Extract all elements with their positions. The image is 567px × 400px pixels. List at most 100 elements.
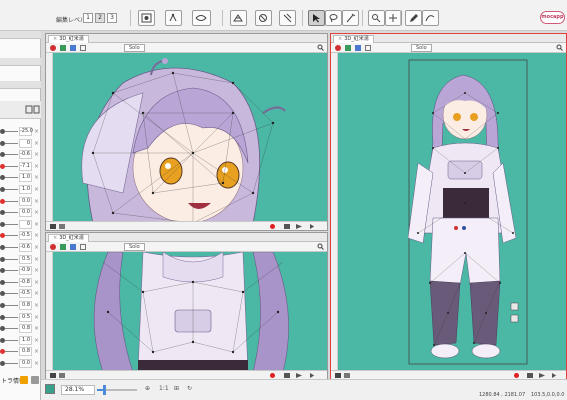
record-icon[interactable] — [335, 45, 341, 51]
reset-icon[interactable]: × — [34, 348, 39, 355]
record-icon[interactable] — [50, 45, 56, 51]
parameter-slider[interactable] — [5, 177, 18, 179]
fit-icon[interactable]: ⊞ — [174, 385, 179, 392]
reset-icon[interactable]: × — [34, 290, 39, 297]
close-icon[interactable]: × — [53, 235, 57, 241]
parameter-slider[interactable] — [5, 316, 18, 318]
play-icon[interactable] — [539, 373, 545, 378]
layer-view-icon[interactable] — [70, 45, 76, 51]
edit-level-2-button[interactable]: 2 — [95, 13, 105, 23]
canvas-stage[interactable] — [338, 53, 566, 370]
close-icon[interactable]: × — [338, 36, 342, 42]
parameter-slider[interactable] — [5, 351, 18, 353]
reset-icon[interactable]: × — [34, 256, 39, 263]
zoom-in-icon[interactable]: ⊕ — [145, 385, 150, 392]
parameter-value[interactable]: -0.8 — [19, 277, 32, 287]
copy-icon[interactable] — [344, 373, 350, 378]
canvas-stage[interactable] — [53, 53, 327, 221]
solo-button[interactable]: Solo — [124, 243, 145, 251]
copy-icon[interactable] — [59, 224, 65, 229]
record-icon[interactable] — [50, 244, 56, 250]
pin-tool-icon[interactable] — [368, 10, 385, 26]
parameter-row[interactable]: -7.1 × — [0, 161, 41, 172]
parameter-value[interactable]: 0.0 — [19, 196, 32, 206]
canvas-stage[interactable] — [53, 252, 327, 370]
view-bottom-left[interactable]: × 3D_紅米湯 Solo — [45, 232, 328, 380]
curve-tool-icon[interactable] — [422, 10, 439, 26]
brush-tool-icon[interactable] — [342, 10, 359, 26]
parameter-value[interactable]: 1.0 — [19, 185, 32, 194]
parameter-row[interactable]: -0.5 × — [0, 288, 41, 299]
parameter-slider[interactable] — [5, 270, 18, 272]
parameter-row[interactable]: 0.0 × — [0, 196, 41, 207]
parameter-slider[interactable] — [5, 142, 18, 144]
parameter-value[interactable]: -0.6 — [19, 243, 32, 252]
reset-icon[interactable]: × — [34, 267, 39, 274]
camera-icon[interactable] — [50, 373, 56, 378]
reset-icon[interactable]: × — [34, 209, 39, 216]
copy-icon[interactable] — [59, 373, 65, 378]
parameter-row[interactable]: 0.8 × — [0, 300, 41, 311]
parameter-row[interactable]: 0.5 × — [0, 312, 41, 323]
glue-icon[interactable] — [279, 10, 296, 26]
parameter-row[interactable]: 0 × — [0, 138, 41, 149]
layer-view-icon[interactable] — [70, 244, 76, 250]
layer-view-icon[interactable] — [355, 45, 361, 51]
grid-view-icon[interactable] — [365, 45, 371, 51]
search-icon[interactable] — [317, 44, 324, 51]
record-button[interactable] — [270, 373, 275, 378]
view-tab[interactable]: × 3D_紅米湯 — [48, 234, 89, 242]
rotate-icon[interactable]: ↻ — [187, 385, 192, 392]
view-right-full-body[interactable]: × 3D_紅米湯 Solo — [330, 33, 567, 380]
camera-icon[interactable] — [335, 373, 341, 378]
parameter-slider[interactable] — [5, 223, 18, 225]
zoom-slider-handle[interactable] — [103, 385, 107, 395]
reset-icon[interactable]: × — [34, 279, 39, 286]
parameter-row[interactable]: -0.6 × — [0, 242, 41, 253]
parameter-slider[interactable] — [5, 212, 18, 214]
parameter-slider[interactable] — [5, 247, 18, 248]
parameter-row[interactable]: -0.8 × — [0, 277, 41, 288]
grid-view-icon[interactable] — [80, 45, 86, 51]
parameter-slider[interactable] — [5, 339, 18, 341]
parameter-slider[interactable] — [5, 154, 18, 156]
parameter-value[interactable]: 0.8 — [19, 324, 32, 334]
parameter-row[interactable]: 1.0 × — [0, 172, 41, 183]
parameter-value[interactable]: -0.5 — [19, 289, 32, 299]
parameter-slider[interactable] — [5, 328, 18, 330]
reset-icon[interactable]: × — [34, 221, 39, 228]
grid-view-icon[interactable] — [80, 244, 86, 250]
parameter-value[interactable]: -0.6 — [19, 150, 32, 160]
lasso-tool-icon[interactable] — [325, 10, 342, 26]
parameter-row[interactable]: 0.0 × — [0, 207, 41, 218]
mesh-view-icon[interactable] — [60, 244, 66, 250]
record-button[interactable] — [270, 224, 275, 229]
edit-level-1-button[interactable]: 1 — [83, 13, 93, 23]
next-frame-icon[interactable] — [552, 373, 557, 378]
solo-button[interactable]: Solo — [124, 44, 145, 52]
view-top-left[interactable]: × 3D_紅米湯 Solo — [45, 33, 328, 231]
parameter-slider[interactable] — [5, 363, 18, 364]
reset-icon[interactable]: × — [34, 244, 39, 251]
parameter-value[interactable]: 0.0 — [19, 208, 32, 218]
stop-icon[interactable] — [284, 224, 290, 229]
parameter-tabs[interactable] — [0, 101, 41, 119]
reset-icon[interactable]: × — [34, 325, 39, 332]
mesh-edit-icon[interactable] — [255, 10, 272, 26]
reset-icon[interactable]: × — [34, 163, 39, 170]
parameter-slider[interactable] — [5, 131, 18, 132]
parameter-row[interactable]: 0.0 × — [0, 358, 41, 369]
parameter-slider[interactable] — [5, 305, 18, 306]
edit-level-3-button[interactable]: 3 — [107, 13, 117, 23]
zoom-slider[interactable] — [97, 385, 137, 395]
parameter-slider[interactable] — [5, 235, 18, 237]
zoom-input[interactable]: 28.1% — [61, 385, 95, 395]
arrow-tool-icon[interactable] — [308, 10, 325, 26]
mesh-view-icon[interactable] — [345, 45, 351, 51]
parameter-value[interactable]: 1.0 — [19, 173, 32, 183]
parameter-value[interactable]: 0 — [19, 219, 32, 229]
reset-icon[interactable]: × — [34, 140, 39, 147]
folder-icon[interactable] — [20, 376, 28, 384]
parameter-value[interactable]: -0.5 — [19, 231, 32, 241]
next-frame-icon[interactable] — [310, 373, 315, 378]
